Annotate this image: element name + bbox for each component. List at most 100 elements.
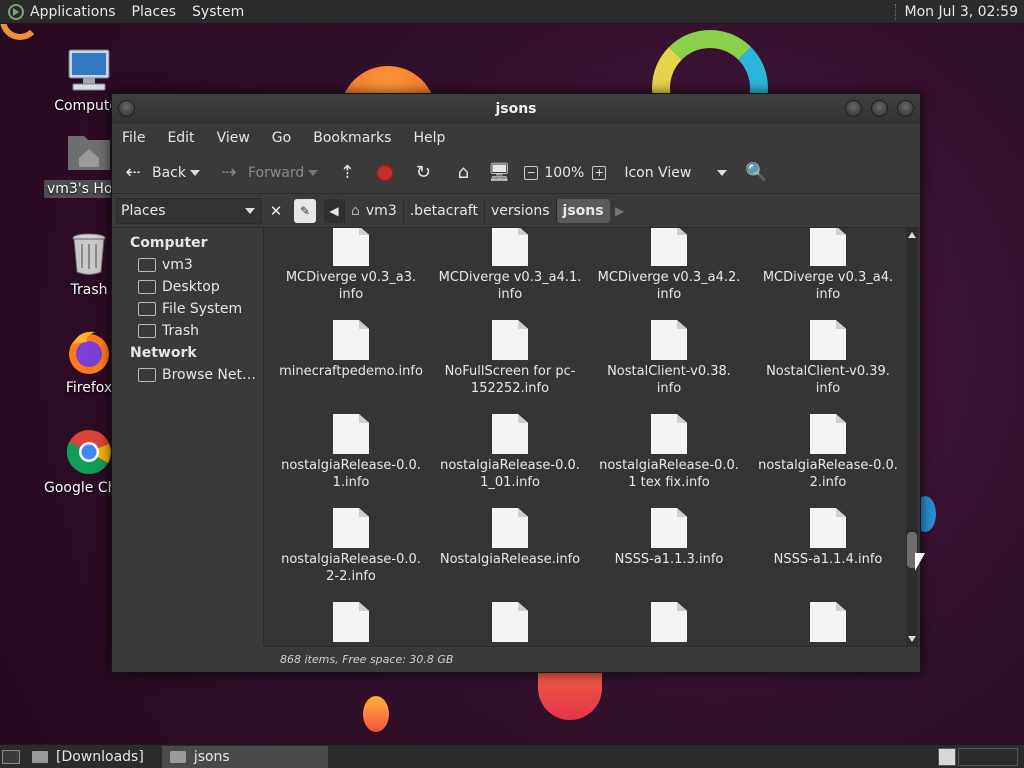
- show-desktop-icon[interactable]: [2, 749, 20, 764]
- scroll-up-icon[interactable]: [908, 232, 916, 238]
- sidebar-header-network: Network: [130, 345, 197, 361]
- document-icon: [333, 320, 369, 360]
- file-item[interactable]: NostalClient-v0.38. info: [594, 320, 744, 397]
- sidebar-item-label: vm3: [162, 257, 193, 273]
- view-mode-select[interactable]: Icon View: [620, 158, 737, 188]
- statusbar: 868 items, Free space: 30.8 GB: [264, 646, 920, 672]
- menu-edit[interactable]: Edit: [167, 130, 194, 146]
- minimize-button[interactable]: [845, 100, 862, 117]
- window-titlebar[interactable]: jsons: [112, 94, 920, 124]
- file-item[interactable]: MCDiverge v0.3_a4. info: [753, 228, 903, 303]
- file-name: NSSS-a1.1.3.info: [614, 552, 724, 567]
- breadcrumb-left-arrow-icon[interactable]: ◀: [324, 198, 344, 223]
- file-item[interactable]: NostalgiaRelease.info: [435, 508, 585, 568]
- computer-icon: [65, 46, 113, 94]
- menu-bookmarks[interactable]: Bookmarks: [313, 130, 391, 146]
- panel-clock[interactable]: Mon Jul 3, 02:59: [905, 4, 1018, 20]
- file-item[interactable]: NSSS-a1.1.3.info: [594, 508, 744, 568]
- file-item[interactable]: nostalgiaRelease-0.0. 1.info: [276, 414, 426, 491]
- back-label: Back: [152, 164, 186, 181]
- sidebar-places-select[interactable]: Places: [116, 197, 262, 224]
- document-icon: [651, 320, 687, 360]
- document-icon: [492, 508, 528, 548]
- window-title: jsons: [495, 101, 537, 117]
- wallpaper-orange-small: [363, 696, 389, 732]
- sidebar-item-vm3[interactable]: vm3: [112, 254, 263, 276]
- file-name: MCDiverge v0.3_a4. info: [762, 270, 894, 302]
- file-item[interactable]: nostalgiaRelease-0.0. 2-2.info: [276, 508, 426, 585]
- computer-button[interactable]: 🖥: [488, 158, 511, 188]
- workspace-switcher[interactable]: [958, 748, 1018, 766]
- taskbar-item-downloads[interactable]: [Downloads]: [24, 746, 152, 768]
- menu-file[interactable]: File: [122, 130, 145, 146]
- file-item[interactable]: MCDiverge v0.3_a3. info: [276, 228, 426, 303]
- sidebar-item-trash[interactable]: Trash: [112, 320, 263, 342]
- vertical-scrollbar[interactable]: [906, 228, 918, 646]
- menu-view[interactable]: View: [217, 130, 250, 146]
- file-name: NSSS-a1.1.4.info: [773, 552, 883, 567]
- file-item[interactable]: MCDiverge v0.3_a4.2. info: [594, 228, 744, 303]
- desktop-icon: [138, 280, 156, 294]
- menu-help[interactable]: Help: [413, 130, 445, 146]
- file-item[interactable]: [753, 602, 903, 645]
- breadcrumb-vm3[interactable]: ⌂ vm3: [344, 198, 403, 223]
- document-icon: [651, 228, 687, 266]
- search-button[interactable]: 🔍: [745, 158, 767, 188]
- sidebar-item-desktop[interactable]: Desktop: [112, 276, 263, 298]
- breadcrumb: ✎ ◀ ⌂ vm3 .betacraft versions jsons ▶: [294, 198, 630, 223]
- menu-system[interactable]: System: [192, 4, 244, 20]
- distro-logo-icon[interactable]: [8, 3, 24, 20]
- workspace-2[interactable]: [958, 748, 1018, 766]
- up-button[interactable]: ⇡: [336, 158, 358, 188]
- document-icon: [810, 414, 846, 454]
- firefox-icon: [65, 328, 113, 376]
- home-folder-icon: [65, 128, 113, 176]
- zoom-level[interactable]: 100%: [544, 165, 584, 181]
- scroll-down-icon[interactable]: [908, 636, 916, 642]
- window-menu-button[interactable]: [118, 100, 135, 117]
- reload-icon: ↻: [415, 162, 431, 183]
- file-view[interactable]: MCDiverge v0.3_a3. info MCDiverge v0.3_a4…: [264, 228, 920, 646]
- breadcrumb-versions[interactable]: versions: [483, 198, 556, 223]
- home-button[interactable]: ⌂: [452, 158, 474, 188]
- zoom-in-icon[interactable]: +: [592, 165, 607, 180]
- file-item[interactable]: MCDiverge v0.3_a4.1. info: [435, 228, 585, 303]
- menu-applications[interactable]: Applications: [30, 4, 116, 20]
- reload-button[interactable]: ↻: [412, 158, 434, 188]
- file-item[interactable]: minecraftpedemo.info: [276, 320, 426, 380]
- forward-button[interactable]: ⇢ Forward: [218, 158, 328, 188]
- breadcrumb-jsons[interactable]: jsons: [555, 198, 610, 223]
- workspace-indicator[interactable]: [938, 748, 956, 766]
- file-item[interactable]: NoFullScreen for pc- 152252.info: [435, 320, 585, 397]
- close-sidebar-icon[interactable]: ✕: [266, 202, 286, 220]
- document-icon: [810, 320, 846, 360]
- breadcrumb-betacraft[interactable]: .betacraft: [402, 198, 484, 223]
- edit-location-icon[interactable]: ✎: [294, 198, 316, 223]
- sidebar-item-browse-network[interactable]: Browse Net…: [112, 364, 263, 386]
- sidebar-item-label: File System: [162, 301, 243, 317]
- taskbar-item-jsons[interactable]: jsons: [161, 745, 328, 768]
- back-button[interactable]: ⇠ Back: [122, 158, 210, 188]
- file-item[interactable]: nostalgiaRelease-0.0. 2.info: [753, 414, 903, 491]
- breadcrumb-right-arrow-icon[interactable]: ▶: [610, 199, 630, 223]
- zoom-out-icon[interactable]: −: [524, 165, 539, 180]
- file-item[interactable]: nostalgiaRelease-0.0. 1 tex fix.info: [594, 414, 744, 491]
- file-name: nostalgiaRelease-0.0. 2.info: [758, 458, 898, 490]
- menu-go[interactable]: Go: [272, 130, 291, 146]
- file-item[interactable]: [594, 602, 744, 645]
- file-item[interactable]: NostalClient-v0.39. info: [753, 320, 903, 397]
- menu-places[interactable]: Places: [132, 4, 177, 20]
- back-history-dropdown[interactable]: [190, 169, 200, 176]
- document-icon: [333, 602, 369, 642]
- document-icon: [651, 602, 687, 642]
- forward-history-dropdown[interactable]: [308, 169, 319, 176]
- file-item[interactable]: [276, 602, 426, 645]
- file-item[interactable]: [435, 602, 585, 645]
- stop-button[interactable]: [376, 158, 395, 188]
- maximize-button[interactable]: [871, 100, 888, 117]
- close-button[interactable]: [897, 100, 914, 117]
- sidebar-item-file-system[interactable]: File System: [112, 298, 263, 320]
- file-name: NostalClient-v0.38. info: [607, 364, 731, 396]
- file-item[interactable]: nostalgiaRelease-0.0. 1_01.info: [435, 414, 585, 491]
- file-item[interactable]: NSSS-a1.1.4.info: [753, 508, 903, 568]
